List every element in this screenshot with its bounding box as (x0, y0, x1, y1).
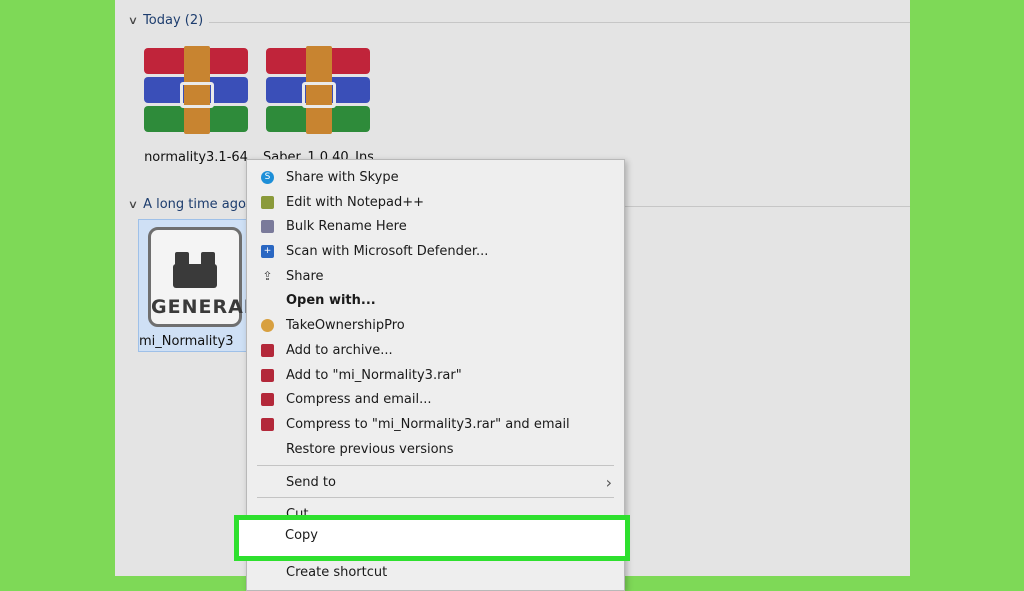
winrar-icon (261, 392, 274, 406)
menu-item-add-to-archive[interactable]: Add to archive... (247, 338, 624, 362)
winrar-icon (261, 368, 274, 382)
winrar-icon (261, 343, 274, 357)
take-ownership-icon (261, 318, 274, 332)
menu-item-bulk-rename[interactable]: Bulk Rename Here (247, 214, 624, 238)
notepad-plus-icon (261, 195, 274, 209)
share-icon: ⇪ (262, 269, 273, 283)
menu-separator (257, 497, 614, 498)
menu-item-share[interactable]: ⇪ Share (247, 264, 624, 288)
file-item-selected[interactable]: GENERAL mi_Normality3 (138, 219, 257, 352)
group-label: Today (2) (143, 13, 204, 28)
group-header-today[interactable]: ∨ Today (2) (127, 13, 204, 28)
menu-item-open-with[interactable]: Open with... (247, 288, 624, 312)
general-file-icon: GENERAL (148, 227, 257, 327)
group-header-long-ago[interactable]: ∨ A long time ago (127, 197, 246, 212)
file-item[interactable]: normality3.1-64 (141, 46, 251, 165)
bulk-rename-icon (261, 219, 274, 233)
menu-item-copy[interactable]: Copy (285, 528, 318, 543)
chevron-down-icon: ∨ (127, 198, 139, 211)
menu-item-compress-email[interactable]: Compress and email... (247, 387, 624, 411)
menu-item-add-to-rar[interactable]: Add to "mi_Normality3.rar" (247, 363, 624, 387)
winrar-archive-icon (266, 46, 370, 136)
file-item[interactable]: Saber_1.0.40_Inst (263, 46, 373, 165)
file-name: normality3.1-64 (144, 150, 248, 165)
menu-item-restore-versions[interactable]: Restore previous versions (247, 437, 624, 461)
group-divider (209, 22, 910, 23)
skype-icon: S (261, 170, 274, 184)
menu-item-edit-notepad[interactable]: Edit with Notepad++ (247, 190, 624, 214)
menu-item-scan-defender[interactable]: + Scan with Microsoft Defender... (247, 239, 624, 263)
winrar-archive-icon (144, 46, 248, 136)
defender-icon: + (261, 244, 274, 258)
menu-separator (257, 465, 614, 466)
menu-item-create-shortcut[interactable]: Create shortcut (247, 560, 624, 584)
icon-text: GENERAL (151, 296, 257, 318)
menu-item-take-ownership[interactable]: TakeOwnershipPro (247, 313, 624, 337)
file-name: mi_Normality3 (139, 334, 234, 349)
group-label: A long time ago (143, 197, 246, 212)
menu-item-share-skype[interactable]: S Share with Skype (247, 165, 624, 189)
menu-item-compress-rar-email[interactable]: Compress to "mi_Normality3.rar" and emai… (247, 412, 624, 436)
menu-item-send-to[interactable]: Send to › (247, 470, 624, 494)
chevron-down-icon: ∨ (127, 14, 139, 27)
chevron-right-icon: › (605, 473, 612, 492)
winrar-icon (261, 417, 274, 431)
